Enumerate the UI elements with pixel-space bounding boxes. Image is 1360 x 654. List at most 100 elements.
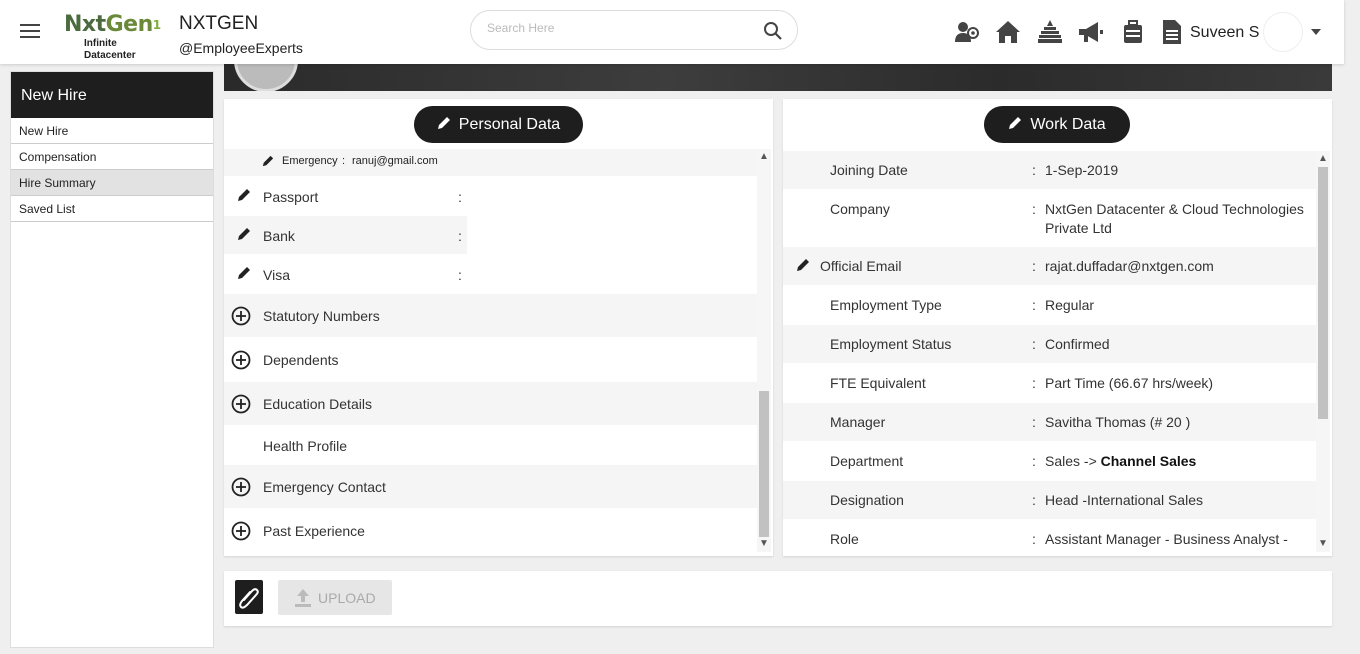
- plus-circle-icon[interactable]: [231, 350, 251, 370]
- work-label: Joining Date: [830, 162, 908, 178]
- personal-scrollbar[interactable]: ▲ ▼: [757, 149, 771, 552]
- work-value: Savitha Thomas (# 20 ): [1045, 414, 1191, 430]
- work-label: Employment Type: [830, 297, 942, 313]
- company-tag: @EmployeeExperts: [179, 40, 303, 56]
- work-label: Department: [830, 453, 904, 469]
- work-value: Confirmed: [1045, 336, 1110, 352]
- work-sep: :: [1032, 297, 1036, 313]
- personal-data-tab[interactable]: Personal Data: [414, 106, 583, 143]
- logo-text-b: Gen: [105, 12, 154, 37]
- sidebar-item-saved-list[interactable]: Saved List: [11, 196, 213, 222]
- sidebar-item-new-hire[interactable]: New Hire: [11, 118, 213, 144]
- section-statutory-numbers[interactable]: Statutory Numbers: [224, 294, 757, 337]
- work-sep: :: [1032, 258, 1036, 274]
- scroll-down-icon[interactable]: ▼: [759, 539, 769, 549]
- work-label: Employment Status: [830, 336, 952, 352]
- work-row: Department : Sales -> Channel Sales: [783, 442, 1316, 480]
- section-education-details[interactable]: Education Details: [224, 382, 757, 425]
- work-sep: :: [1032, 453, 1036, 469]
- work-sep: :: [1032, 414, 1036, 430]
- sidebar-item-compensation[interactable]: Compensation: [11, 144, 213, 170]
- pencil-icon: [1009, 117, 1022, 129]
- bank-sep: :: [458, 228, 462, 244]
- work-row: Joining Date : 1-Sep-2019: [783, 151, 1316, 189]
- work-data-title: Work Data: [1030, 116, 1106, 133]
- megaphone-icon[interactable]: [1076, 18, 1104, 46]
- work-value: Sales -> Channel Sales: [1045, 452, 1307, 471]
- plus-circle-icon[interactable]: [231, 394, 251, 414]
- work-label: Official Email: [820, 258, 902, 274]
- work-sep: :: [1032, 162, 1036, 178]
- section-label: Statutory Numbers: [263, 308, 380, 324]
- work-label: FTE Equivalent: [830, 375, 926, 391]
- upload-icon: [295, 589, 311, 607]
- top-header: NxtGen1 Infinite Datacenter NXTGEN @Empl…: [0, 0, 1344, 64]
- nxtgen-logo[interactable]: NxtGen1 Infinite Datacenter: [64, 12, 168, 61]
- users-icon[interactable]: [953, 18, 981, 46]
- pencil-icon[interactable]: [237, 227, 251, 241]
- passport-label: Passport: [263, 189, 319, 205]
- section-emergency-contact[interactable]: Emergency Contact: [224, 465, 757, 508]
- visa-row: Visa :: [224, 255, 757, 293]
- logo-text-a: Nxt: [64, 12, 106, 37]
- work-row: Manager : Savitha Thomas (# 20 ): [783, 403, 1316, 441]
- luggage-icon[interactable]: [1119, 18, 1147, 46]
- work-row: FTE Equivalent : Part Time (66.67 hrs/we…: [783, 364, 1316, 402]
- work-row: Employment Type : Regular: [783, 286, 1316, 324]
- work-row: Company : NxtGen Datacenter & Cloud Tech…: [783, 190, 1316, 246]
- scroll-thumb[interactable]: [759, 391, 769, 537]
- avatar[interactable]: [1263, 12, 1303, 52]
- section-past-experience[interactable]: Past Experience: [224, 509, 757, 552]
- plus-circle-icon[interactable]: [231, 521, 251, 541]
- plus-circle-icon[interactable]: [231, 477, 251, 497]
- work-value: Head -International Sales: [1045, 492, 1203, 508]
- menu-icon[interactable]: [20, 24, 40, 40]
- pencil-icon[interactable]: [237, 188, 251, 202]
- search-icon[interactable]: [763, 21, 783, 41]
- left-sidebar: New Hire New Hire Compensation Hire Summ…: [10, 71, 214, 648]
- emergency-label: Emergency: [282, 155, 338, 167]
- home-icon[interactable]: [994, 18, 1022, 46]
- scroll-up-icon[interactable]: ▲: [1318, 154, 1328, 164]
- paperclip-icon: [239, 588, 259, 609]
- search-input[interactable]: [487, 21, 747, 35]
- emergency-row: Emergency : ranuj@gmail.com: [224, 149, 757, 176]
- section-label: Education Details: [263, 396, 372, 412]
- work-value: Regular: [1045, 297, 1095, 313]
- scroll-thumb[interactable]: [1318, 167, 1328, 419]
- department-prefix: Sales ->: [1045, 453, 1101, 469]
- section-health-profile[interactable]: Health Profile: [224, 426, 757, 464]
- sidebar-title: New Hire: [11, 72, 213, 118]
- work-sep: :: [1032, 375, 1036, 391]
- company-name: NXTGEN: [179, 13, 259, 34]
- work-row: Official Email : rajat.duffadar@nxtgen.c…: [783, 247, 1316, 285]
- plus-circle-icon[interactable]: [231, 306, 251, 326]
- section-label: Past Experience: [263, 523, 365, 539]
- logo-subtitle: Infinite Datacenter: [84, 38, 136, 61]
- temple-icon[interactable]: [1036, 18, 1064, 46]
- personal-data-title: Personal Data: [458, 116, 561, 133]
- visa-sep: :: [458, 267, 462, 283]
- document-icon[interactable]: [1157, 18, 1185, 46]
- work-scrollbar[interactable]: ▲ ▼: [1316, 151, 1330, 552]
- pencil-icon[interactable]: [796, 258, 810, 272]
- attach-button[interactable]: [235, 580, 263, 614]
- work-label: Designation: [830, 492, 904, 508]
- upload-button[interactable]: UPLOAD: [278, 580, 392, 615]
- personal-data-card: Emergency : ranuj@gmail.com Passport : B…: [224, 99, 773, 556]
- pencil-icon[interactable]: [262, 155, 274, 167]
- user-name[interactable]: Suveen S: [1190, 24, 1259, 42]
- pencil-icon[interactable]: [237, 266, 251, 280]
- department-bold: Channel Sales: [1100, 453, 1197, 469]
- work-label: Manager: [830, 414, 886, 430]
- sidebar-item-hire-summary[interactable]: Hire Summary: [11, 170, 213, 196]
- section-dependents[interactable]: Dependents: [224, 338, 757, 381]
- scroll-down-icon[interactable]: ▼: [1318, 539, 1328, 549]
- work-row: Role : Assistant Manager - Business Anal…: [783, 520, 1316, 556]
- scroll-up-icon[interactable]: ▲: [759, 152, 769, 162]
- section-label: Dependents: [263, 352, 339, 368]
- emergency-value: ranuj@gmail.com: [352, 155, 438, 167]
- work-data-tab[interactable]: Work Data: [984, 106, 1130, 143]
- chevron-down-icon[interactable]: [1311, 29, 1321, 35]
- work-sep: :: [1032, 492, 1036, 508]
